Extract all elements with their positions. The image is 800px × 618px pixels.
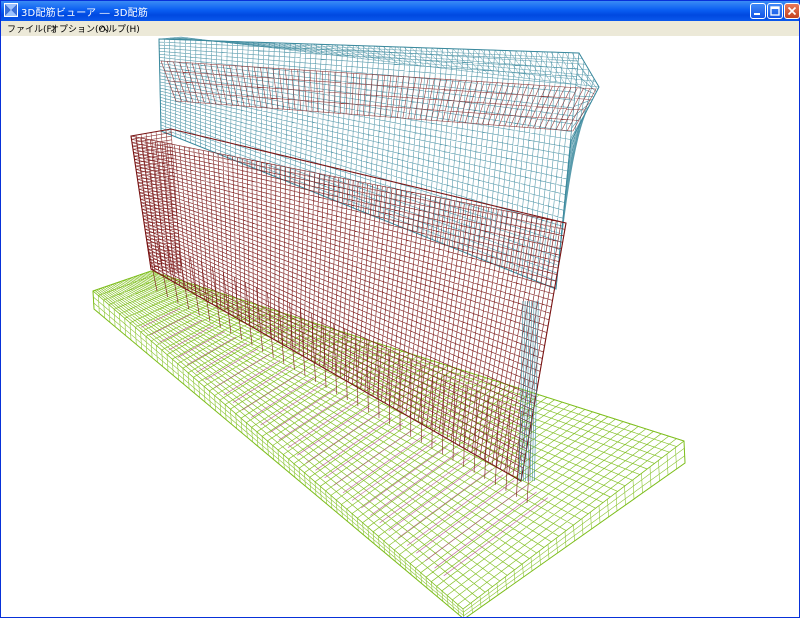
maximize-button[interactable] bbox=[767, 3, 783, 19]
window-title: 3D配筋ビューア ― 3D配筋 bbox=[21, 8, 149, 19]
close-button[interactable] bbox=[784, 3, 800, 19]
app-window: 3D配筋ビューア ― 3D配筋 ファイル(F) オプション(O) ヘルプ(H) bbox=[0, 0, 800, 618]
menu-file[interactable]: ファイル(F) bbox=[7, 22, 55, 35]
3d-viewport[interactable] bbox=[2, 36, 798, 617]
rebar-3d-model[interactable] bbox=[2, 36, 798, 617]
menu-help[interactable]: ヘルプ(H) bbox=[99, 22, 140, 35]
minimize-icon bbox=[754, 13, 760, 15]
minimize-button[interactable] bbox=[750, 3, 766, 19]
app-icon[interactable] bbox=[4, 3, 18, 17]
close-icon bbox=[787, 6, 797, 16]
title-bar[interactable]: 3D配筋ビューア ― 3D配筋 bbox=[1, 1, 800, 21]
maximize-icon bbox=[770, 6, 780, 16]
menu-bar: ファイル(F) オプション(O) ヘルプ(H) bbox=[1, 21, 799, 36]
